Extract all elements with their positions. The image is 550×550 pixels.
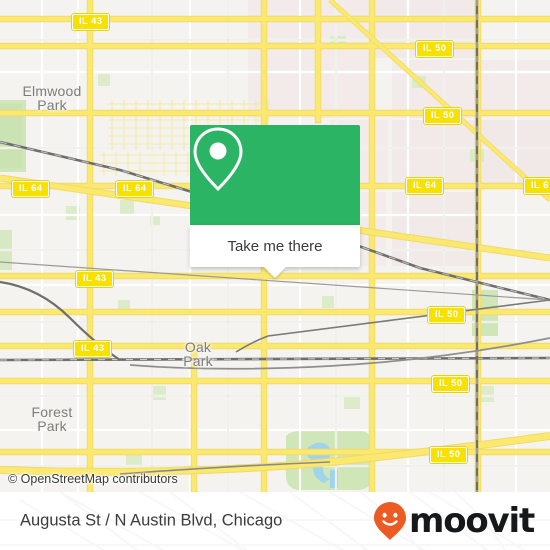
route-shield-il-50[interactable]: IL 50 bbox=[432, 376, 470, 392]
route-shield-il-50[interactable]: IL 50 bbox=[430, 447, 468, 463]
route-shield-il-50[interactable]: IL 50 bbox=[428, 307, 466, 323]
route-shield-il-43[interactable]: IL 43 bbox=[72, 14, 110, 30]
map-pin-icon bbox=[193, 127, 243, 192]
route-shield-il-64[interactable]: IL 64 bbox=[116, 181, 154, 197]
osm-attribution[interactable]: © OpenStreetMap contributors bbox=[8, 472, 178, 486]
route-shield-il-50[interactable]: IL 50 bbox=[416, 41, 454, 57]
route-shield-il-64[interactable]: IL 64 bbox=[12, 181, 50, 197]
callout-header bbox=[190, 125, 360, 225]
map-canvas[interactable]: Elmwood Park Oak Park Forest Park IL 43 … bbox=[0, 0, 550, 492]
route-shield-il-64[interactable]: IL 64 bbox=[406, 178, 444, 194]
route-shield-il-6[interactable]: IL 6 bbox=[524, 178, 550, 194]
location-address: Augusta St / N Austin Blvd, Chicago bbox=[20, 511, 283, 530]
route-shield-il-50[interactable]: IL 50 bbox=[424, 108, 462, 124]
take-me-there-label: Take me there bbox=[227, 237, 323, 255]
moovit-pin-icon bbox=[373, 502, 406, 540]
take-me-there-callout[interactable]: Take me there bbox=[190, 125, 360, 278]
place-label-elmwood-park: Elmwood Park bbox=[22, 83, 82, 113]
place-label-oak-park: Oak Park bbox=[183, 339, 213, 369]
footer-bar: Augusta St / N Austin Blvd, Chicago moov… bbox=[0, 492, 550, 550]
callout-tail bbox=[264, 267, 286, 278]
moovit-wordmark: moovit bbox=[408, 501, 535, 541]
route-shield-il-43[interactable]: IL 43 bbox=[74, 341, 112, 357]
take-me-there-button[interactable]: Take me there bbox=[190, 225, 360, 278]
moovit-logo[interactable]: moovit bbox=[373, 501, 535, 541]
place-label-forest-park: Forest Park bbox=[31, 404, 73, 434]
route-shield-il-43[interactable]: IL 43 bbox=[76, 271, 114, 287]
moovit-map-screenshot: Elmwood Park Oak Park Forest Park IL 43 … bbox=[0, 0, 550, 550]
